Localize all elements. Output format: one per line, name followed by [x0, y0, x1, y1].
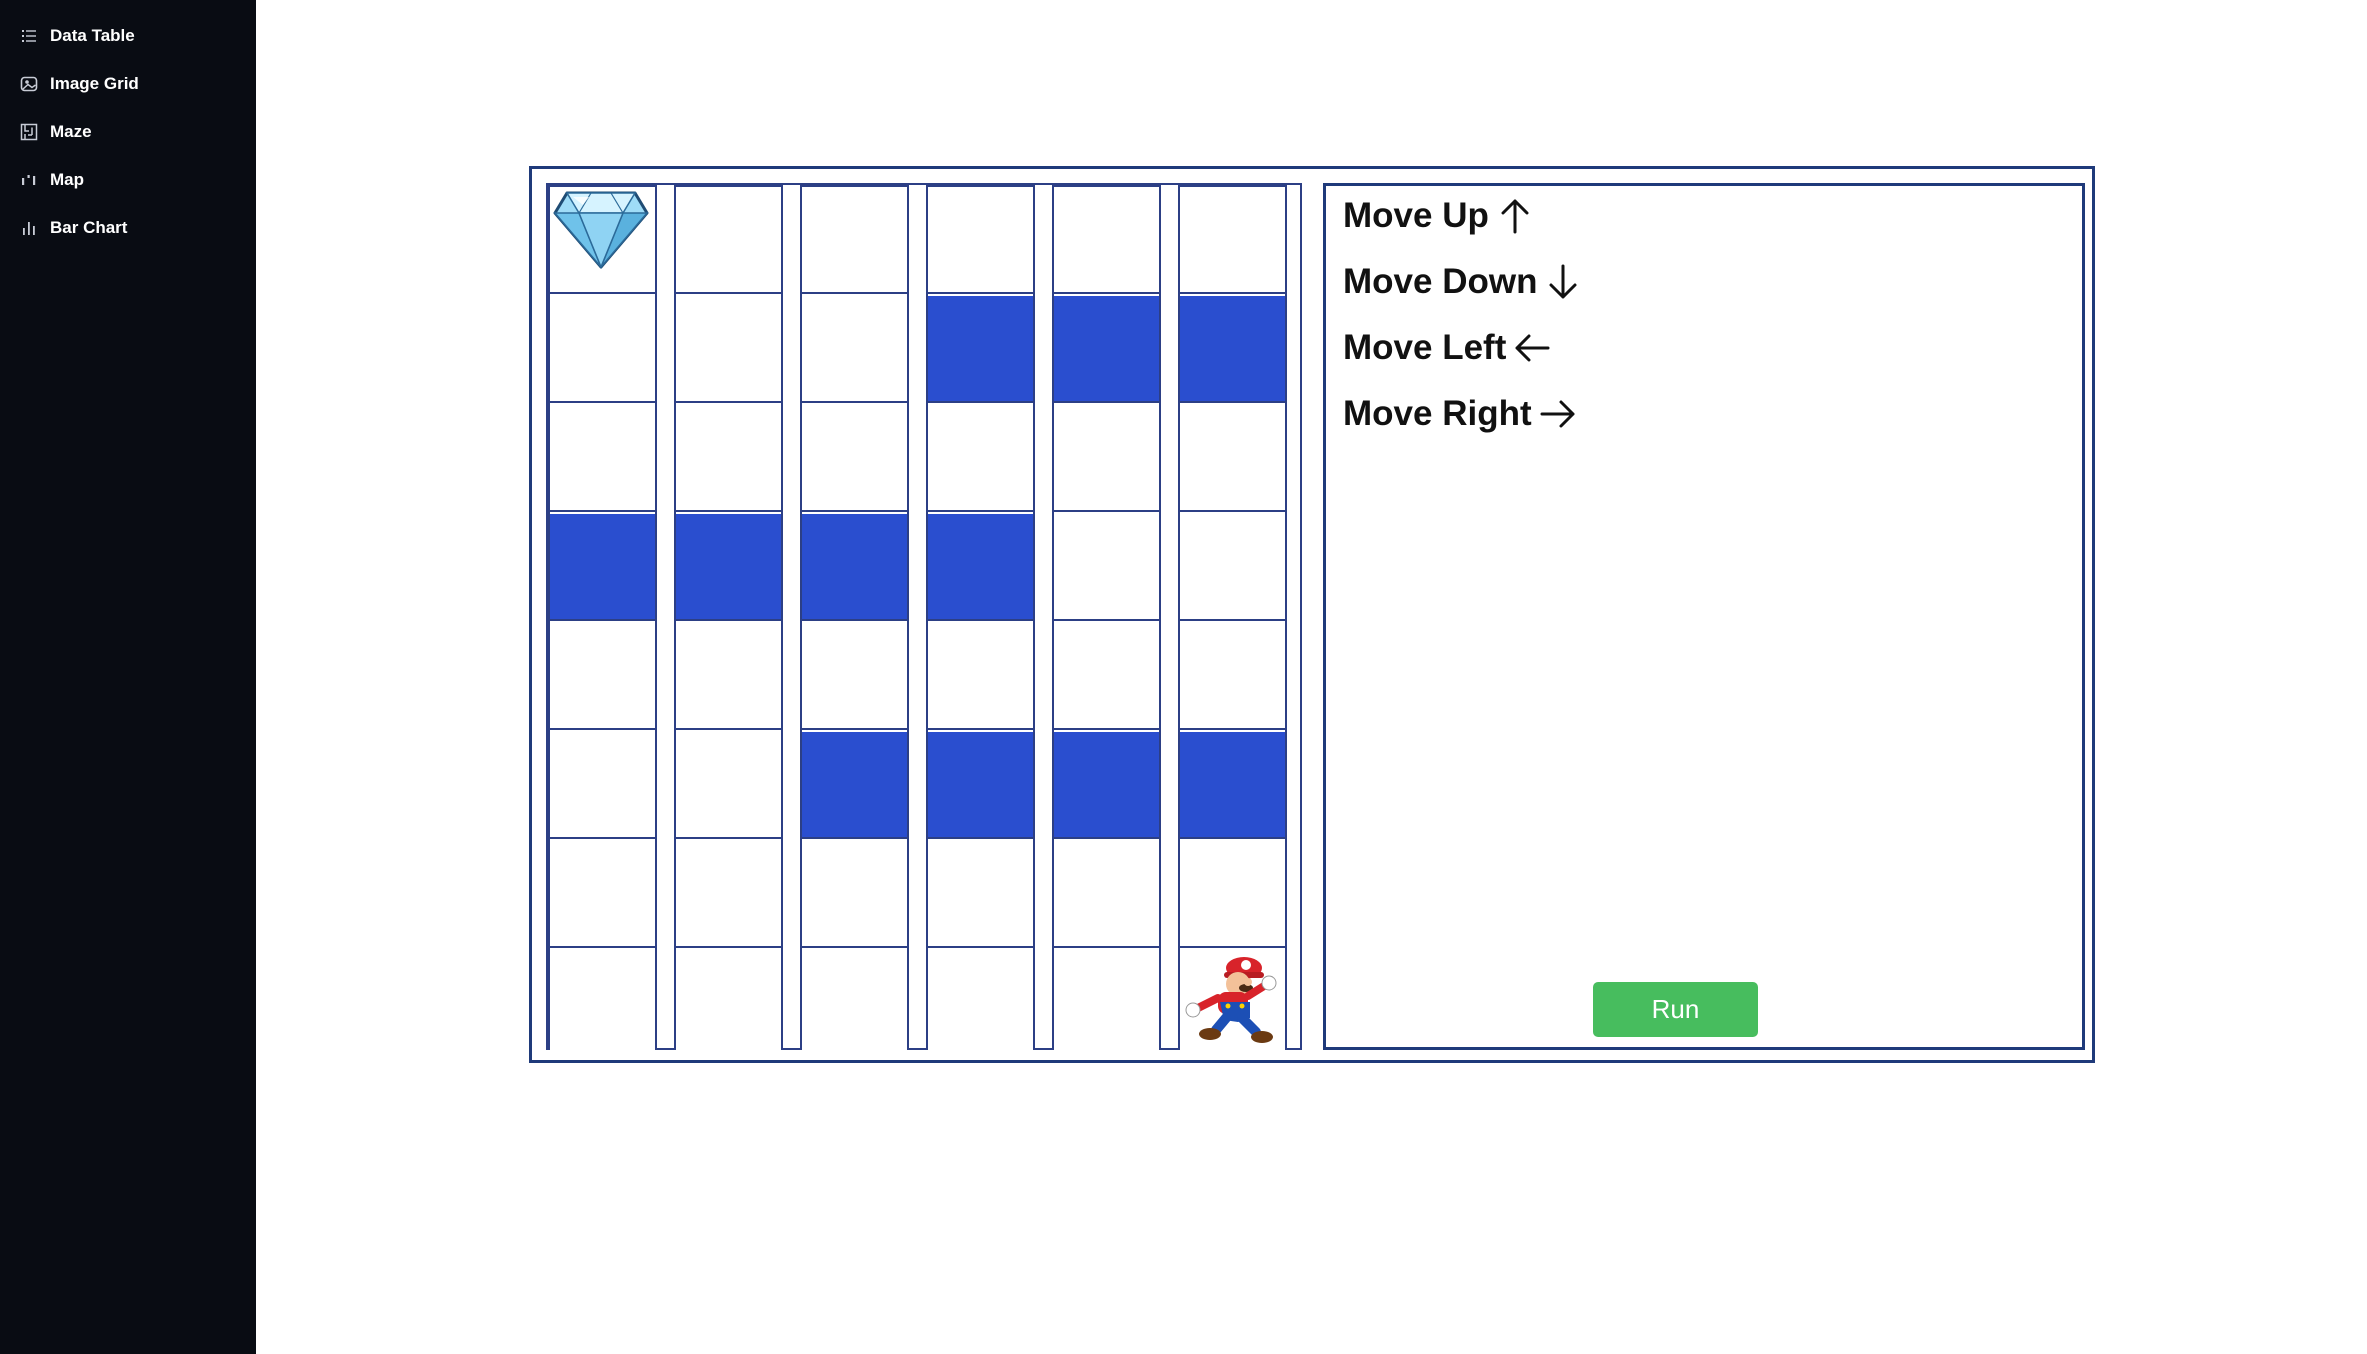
maze-open-cell: [802, 405, 907, 512]
maze-grid: [546, 183, 1302, 1057]
command-label: Move Down: [1343, 262, 1538, 301]
sidebar-item-image-grid[interactable]: Image Grid: [20, 69, 139, 99]
sidebar: Data Table Image Grid Maze Map Bar Chart: [0, 0, 256, 1354]
mario-character-icon: [1185, 957, 1277, 1043]
move-down-command[interactable]: Move Down: [1343, 259, 1583, 305]
bar-chart-icon: [20, 219, 38, 237]
maze-open-cell: [1054, 950, 1159, 1057]
maze-wall-cell: [802, 514, 907, 621]
maze-open-cell: [550, 623, 655, 730]
maze-open-cell: [1054, 623, 1159, 730]
maze-open-cell: [1054, 405, 1159, 512]
sidebar-item-maze[interactable]: Maze: [20, 117, 92, 147]
maze-column: [1178, 185, 1287, 1057]
arrow-up-icon: [1495, 196, 1535, 236]
maze-open-cell: [802, 841, 907, 948]
move-right-command[interactable]: Move Right: [1343, 391, 1578, 437]
maze-column: [926, 185, 1035, 1057]
maze-open-cell: [550, 732, 655, 839]
move-left-command[interactable]: Move Left: [1343, 325, 1552, 371]
maze-open-cell: [676, 623, 781, 730]
maze-wall-cell: [550, 514, 655, 621]
maze-open-cell: [928, 623, 1033, 730]
maze-open-cell: [676, 187, 781, 294]
maze-open-cell: [802, 950, 907, 1057]
maze-wall-cell: [1180, 296, 1285, 403]
maze-open-cell: [1180, 950, 1285, 1057]
sidebar-item-label: Data Table: [50, 26, 135, 45]
sidebar-item-label: Image Grid: [50, 74, 139, 93]
maze-wall-cell: [1054, 732, 1159, 839]
arrow-left-icon: [1512, 328, 1552, 368]
image-grid-icon: [20, 75, 38, 93]
maze-open-cell: [928, 405, 1033, 512]
maze-open-cell: [802, 623, 907, 730]
maze-column: [674, 185, 783, 1057]
maze-open-cell: [676, 732, 781, 839]
arrow-down-icon: [1543, 262, 1583, 302]
maze-open-cell: [550, 296, 655, 403]
maze-wall-cell: [1180, 732, 1285, 839]
maze-open-cell: [1180, 841, 1285, 948]
map-icon: [20, 171, 38, 189]
maze-open-cell: [550, 405, 655, 512]
maze-wall-cell: [1054, 296, 1159, 403]
maze-open-cell: [802, 296, 907, 403]
maze-open-cell: [550, 841, 655, 948]
maze-open-cell: [928, 841, 1033, 948]
maze-open-cell: [1180, 514, 1285, 621]
maze-open-cell: [676, 950, 781, 1057]
maze-open-cell: [676, 296, 781, 403]
sidebar-item-bar-chart[interactable]: Bar Chart: [20, 213, 127, 243]
maze-column: [800, 185, 909, 1057]
command-label: Move Right: [1343, 394, 1532, 433]
sidebar-item-label: Bar Chart: [50, 218, 128, 237]
sidebar-item-label: Maze: [50, 122, 92, 141]
maze-wall-cell: [928, 514, 1033, 621]
command-label: Move Left: [1343, 328, 1507, 367]
sidebar-item-label: Map: [50, 170, 84, 189]
maze-open-cell: [676, 841, 781, 948]
run-button[interactable]: Run: [1593, 982, 1758, 1037]
maze-wall-cell: [676, 514, 781, 621]
maze-open-cell: [1054, 514, 1159, 621]
maze-wall-cell: [928, 732, 1033, 839]
maze-icon: [20, 123, 38, 141]
maze-open-cell: [550, 950, 655, 1057]
maze-panel: Move Up Move Down Move Left Move Right R…: [529, 166, 2095, 1063]
maze-open-cell: [1180, 405, 1285, 512]
maze-open-cell: [928, 187, 1033, 294]
list-icon: [20, 27, 38, 45]
maze-open-cell: [550, 187, 655, 294]
maze-column: [548, 185, 657, 1057]
maze-column: [1052, 185, 1161, 1057]
sidebar-item-map[interactable]: Map: [20, 165, 84, 195]
maze-open-cell: [1180, 623, 1285, 730]
maze-open-cell: [1180, 187, 1285, 294]
command-label: Move Up: [1343, 196, 1489, 235]
maze-open-cell: [802, 187, 907, 294]
maze-open-cell: [1054, 841, 1159, 948]
diamond-icon: [553, 191, 649, 269]
maze-open-cell: [1054, 187, 1159, 294]
sidebar-item-data-table[interactable]: Data Table: [20, 21, 135, 51]
maze-wall-cell: [928, 296, 1033, 403]
arrow-right-icon: [1538, 394, 1578, 434]
command-panel: Move Up Move Down Move Left Move Right R…: [1323, 183, 2085, 1050]
maze-wall-cell: [802, 732, 907, 839]
maze-open-cell: [928, 950, 1033, 1057]
maze-open-cell: [676, 405, 781, 512]
move-up-command[interactable]: Move Up: [1343, 193, 1535, 239]
